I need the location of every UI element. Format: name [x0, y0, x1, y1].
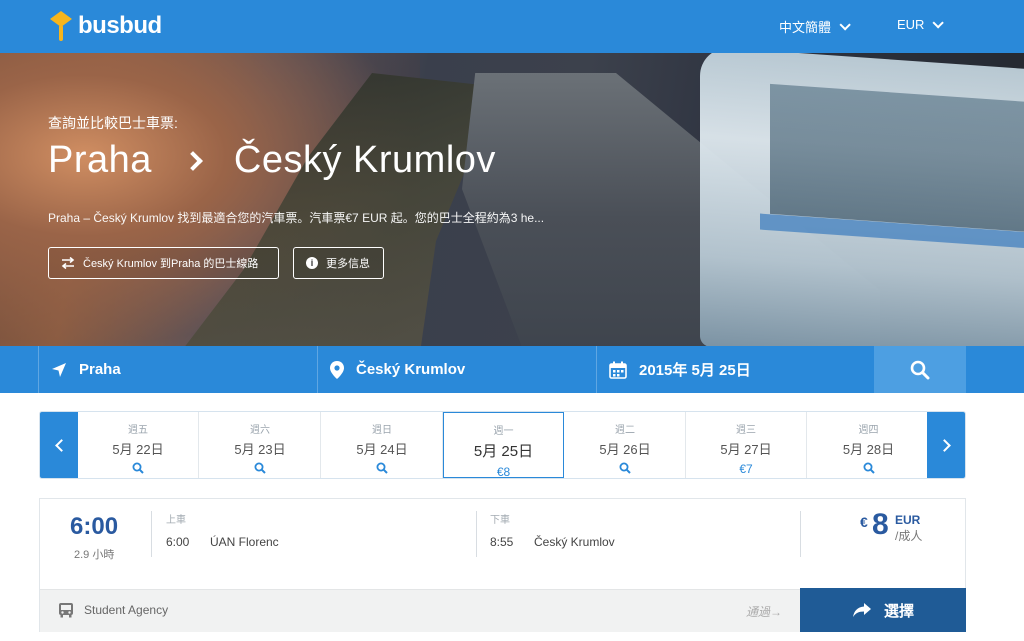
select-label: 選擇	[883, 602, 914, 620]
reverse-route-label: Český Krumlov 到Praha 的巴士線路	[83, 258, 259, 270]
day-of-week: 週四	[858, 425, 879, 436]
day-date: 5月 28日	[842, 442, 895, 457]
day-date: 5月 22日	[112, 442, 164, 457]
divider	[151, 511, 152, 557]
chevron-down-icon	[839, 18, 851, 31]
day-price: €8	[496, 465, 511, 479]
select-button[interactable]: 選擇	[800, 588, 966, 632]
day-date: 5月 23日	[234, 442, 286, 457]
calendar-icon	[609, 361, 627, 379]
divider	[476, 511, 477, 557]
day-of-week: 週五	[128, 425, 148, 436]
origin-value: Praha	[79, 361, 121, 378]
search-icon	[254, 462, 266, 474]
alight-label: 下車	[490, 515, 510, 526]
destination-field[interactable]: Český Krumlov	[317, 346, 596, 393]
departure-time: 6:00	[70, 513, 119, 540]
day-of-week: 週一	[493, 426, 514, 437]
chevron-right-icon	[183, 150, 203, 171]
day-of-week: 週六	[250, 425, 270, 436]
price-currency: EUR	[895, 513, 921, 527]
day-option[interactable]: 週二 5月 26日	[565, 412, 686, 478]
price-value: 8	[872, 508, 889, 541]
board-station: ÚAN Florenc	[210, 535, 279, 549]
bus-icon	[59, 603, 73, 618]
day-search-icon-wrap	[808, 462, 929, 476]
trip-duration: 2.9 小時	[74, 549, 115, 561]
route-title: Praha Český Krumlov	[48, 139, 496, 182]
logo-text: busbud	[78, 12, 162, 39]
day-date: 5月 27日	[720, 442, 772, 457]
search-button[interactable]	[874, 346, 966, 393]
chevron-down-icon	[932, 16, 945, 29]
date-value: 2015年 5月 25日	[639, 362, 751, 379]
route-origin: Praha	[48, 139, 152, 181]
day-price: €7	[739, 462, 753, 476]
top-bar: busbud 中文簡體 EUR	[0, 0, 1024, 53]
operator-name: Student Agency	[84, 603, 169, 617]
share-arrow-icon	[852, 603, 871, 617]
hero-subtitle: 查詢並比較巴士車票:	[48, 115, 178, 131]
chevron-right-icon	[937, 438, 951, 452]
info-icon: i	[306, 257, 318, 269]
search-icon	[132, 462, 144, 474]
hero-background-bus-windows	[770, 83, 1024, 233]
next-dates-button[interactable]	[927, 412, 965, 478]
via-link[interactable]: 通過→	[746, 603, 782, 620]
date-selector: 週五 5月 22日 週六 5月 23日 週日 5月 24日 週一 5月 25日 …	[39, 411, 966, 479]
day-option[interactable]: 週日 5月 24日	[322, 412, 443, 478]
day-date: 5月 25日	[473, 443, 534, 460]
language-label: 中文簡體	[779, 20, 832, 35]
origin-field[interactable]: Praha	[38, 346, 317, 393]
day-search-icon-wrap	[78, 462, 198, 476]
price-symbol: €	[860, 514, 868, 530]
search-bar: Praha Český Krumlov 2015年 5月 25日	[0, 346, 1024, 393]
result-footer: Student Agency 通過→	[40, 589, 800, 632]
departure-result-card: 6:00 2.9 小時 上車 6:00 ÚAN Florenc 下車 8:55 …	[39, 498, 966, 632]
destination-value: Český Krumlov	[356, 361, 466, 378]
busbud-logo-icon	[50, 11, 72, 41]
day-search-icon-wrap	[322, 462, 442, 476]
currency-dropdown[interactable]: EUR	[897, 16, 945, 32]
day-option-selected[interactable]: 週一 5月 25日 €8	[443, 412, 564, 479]
day-of-week: 週二	[615, 425, 635, 436]
day-option[interactable]: 週四 5月 28日	[808, 412, 929, 478]
location-arrow-icon	[52, 362, 66, 377]
divider	[800, 511, 801, 557]
more-info-button[interactable]: i 更多信息	[293, 247, 384, 279]
swap-arrows-icon	[61, 257, 75, 269]
currency-label: EUR	[897, 17, 925, 32]
board-label: 上車	[166, 515, 186, 526]
day-date: 5月 26日	[599, 442, 651, 457]
previous-dates-button[interactable]	[40, 412, 78, 478]
day-option[interactable]: 週五 5月 22日	[78, 412, 199, 478]
date-field[interactable]: 2015年 5月 25日	[596, 346, 874, 393]
alight-time: 8:55	[490, 535, 514, 549]
day-search-icon-wrap	[565, 462, 685, 476]
more-info-label: 更多信息	[326, 258, 370, 270]
day-search-icon-wrap	[200, 462, 320, 476]
chevron-left-icon	[54, 438, 68, 452]
day-option[interactable]: 週六 5月 23日	[200, 412, 321, 478]
route-destination: Český Krumlov	[233, 139, 496, 181]
day-of-week: 週三	[736, 425, 756, 436]
board-time: 6:00	[166, 535, 190, 549]
day-option[interactable]: 週三 5月 27日 €7	[686, 412, 807, 478]
route-description: Praha – Český Krumlov 找到最適合您的汽車票。汽車票€7 E…	[48, 211, 545, 225]
search-icon	[910, 360, 930, 379]
search-icon	[376, 462, 388, 474]
hero-banner: 查詢並比較巴士車票: Praha Český Krumlov Praha – Č…	[0, 53, 1024, 346]
reverse-route-button[interactable]: Český Krumlov 到Praha 的巴士線路	[48, 247, 279, 279]
language-dropdown[interactable]: 中文簡體	[779, 17, 851, 36]
day-of-week: 週日	[372, 425, 392, 436]
alight-station: Český Krumlov	[534, 535, 615, 549]
search-icon	[619, 462, 631, 474]
map-pin-icon	[330, 360, 344, 379]
search-icon	[863, 462, 875, 474]
day-date: 5月 24日	[356, 442, 408, 457]
busbud-logo[interactable]: busbud	[48, 9, 162, 43]
price-per-adult: /成人	[895, 529, 923, 543]
